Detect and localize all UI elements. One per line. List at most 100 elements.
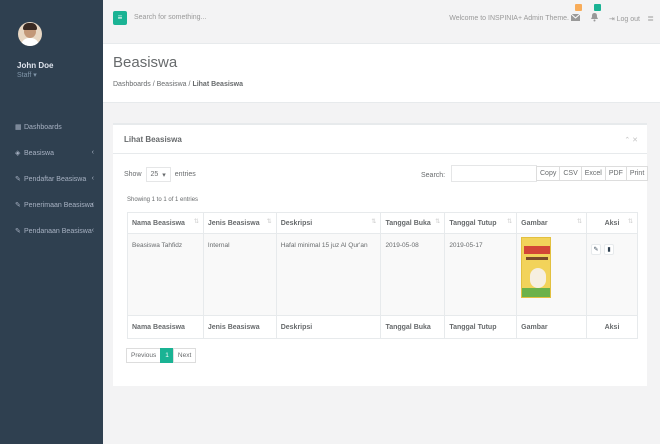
pencil-icon: ✎ [593, 247, 599, 253]
divider [113, 153, 647, 154]
search-input[interactable]: Search for something... [134, 14, 206, 21]
table-info: Showing 1 to 1 of 1 entries [127, 197, 199, 203]
header-nama[interactable]: Nama Beasiswa ⇅ [127, 212, 204, 234]
delete-button[interactable]: ▮ [604, 244, 615, 255]
panel-tools[interactable]: ⌃ ✕ [624, 136, 638, 144]
next-button[interactable]: Next [172, 348, 197, 363]
header-aksi[interactable]: Aksi ⇅ [586, 212, 638, 234]
show-label: Show [124, 171, 142, 178]
sort-icon: ⇅ [576, 219, 583, 225]
sort-icon: ⇅ [627, 219, 633, 225]
page-title: Beasiswa [113, 54, 178, 71]
excel-button[interactable]: Excel [580, 166, 606, 181]
table-header-row: Nama Beasiswa ⇅ Jenis Beasiswa ⇅ Deskripsi… [127, 212, 638, 234]
sort-icon: ⇅ [507, 219, 513, 225]
chevron-left-icon: ‹ [91, 175, 94, 182]
sidebar: John Doe Staff ▾ ▦ Dashboards ◈ Beasiswa… [0, 0, 103, 444]
footer-aksi: Aksi [586, 315, 638, 339]
chevron-left-icon: ‹ [91, 201, 94, 208]
entries-value: 25 [150, 171, 159, 178]
copy-button[interactable]: Copy [536, 166, 561, 181]
sign-out-icon: ⇥ [608, 16, 617, 23]
logout-label: Log out [616, 16, 640, 23]
print-button[interactable]: Print [625, 166, 649, 181]
user-name[interactable]: John Doe [17, 61, 53, 70]
breadcrumb: Dashboards / Beasiswa / Lihat Beasiswa [113, 81, 243, 88]
page-1-button[interactable]: 1 [160, 348, 174, 363]
sidebar-item-dashboards[interactable]: ▦ Dashboards [0, 114, 103, 140]
logout-link[interactable]: ⇥ Log out [609, 15, 640, 23]
sidebar-item-label: Pendanaan Beasiswa [24, 227, 92, 235]
right-sidebar-toggle-icon[interactable]: ≣ [647, 14, 654, 23]
cell-deskripsi: Hafal minimal 15 juz Al Qur'an [275, 233, 382, 316]
sidebar-item-label: Pendaftar Beasiswa [24, 175, 87, 183]
breadcrumb-beasiswa[interactable]: Beasiswa [157, 81, 187, 88]
entries-length-control: Show 25 ▾ entries [124, 167, 196, 182]
welcome-message: Welcome to INSPINIA+ Admin Theme. [449, 15, 569, 22]
breadcrumb-separator: / [152, 81, 155, 88]
sort-icon: ⇅ [435, 219, 441, 225]
menu-toggle-button[interactable]: ≡ [113, 11, 127, 25]
beasiswa-table: Nama Beasiswa ⇅ Jenis Beasiswa ⇅ Deskripsi… [127, 212, 638, 339]
sidebar-item-pendaftar-beasiswa[interactable]: ✎ Pendaftar Beasiswa ‹ [0, 166, 103, 192]
cell-tanggal-buka: 2019-05-08 [380, 233, 446, 316]
sidebar-item-pendanaan-beasiswa[interactable]: ✎ Pendanaan Beasiswa ‹ [0, 218, 103, 244]
sort-icon: ⇅ [266, 219, 272, 225]
pencil-icon: ✎ [15, 202, 21, 209]
panel-title: Lihat Beasiswa [124, 135, 182, 144]
edit-button[interactable]: ✎ [591, 244, 602, 255]
footer-nama: Nama Beasiswa [127, 315, 204, 339]
content-panel: Lihat Beasiswa ⌃ ✕ Show 25 ▾ entries Sea… [113, 123, 649, 386]
user-role-dropdown[interactable]: Staff ▾ [17, 71, 37, 79]
sort-icon: ⇅ [371, 219, 377, 225]
sidebar-nav: ▦ Dashboards ◈ Beasiswa ‹ ✎ Pendaftar Be… [0, 114, 103, 244]
sort-icon: ⇅ [193, 219, 199, 225]
pencil-icon: ✎ [15, 228, 21, 235]
sidebar-item-label: Beasiswa [24, 149, 54, 157]
entries-select[interactable]: 25 ▾ [145, 167, 171, 182]
sidebar-item-label: Dashboards [24, 123, 62, 131]
breadcrumb-separator: / [188, 81, 191, 88]
header-deskripsi[interactable]: Deskripsi ⇅ [275, 212, 382, 234]
search-label: Search: [421, 172, 446, 179]
pdf-button[interactable]: PDF [604, 166, 627, 181]
header-gambar[interactable]: Gambar ⇅ [516, 212, 588, 234]
cell-jenis: Internal [202, 233, 277, 316]
pagination: Previous 1 Next [126, 348, 197, 363]
diamond-icon: ◈ [15, 150, 21, 157]
breadcrumb-active: Lihat Beasiswa [192, 81, 244, 88]
cell-aksi: ✎ ▮ [586, 233, 638, 316]
alerts-badge [594, 4, 601, 11]
pencil-icon: ✎ [15, 176, 21, 183]
sidebar-item-penerimaan-beasiswa[interactable]: ✎ Penerimaan Beasiswa ‹ [0, 192, 103, 218]
caret-down-icon: ▾ [162, 171, 166, 179]
previous-button[interactable]: Previous [126, 348, 162, 363]
avatar[interactable] [18, 22, 42, 46]
export-buttons: Copy CSV Excel PDF Print [536, 166, 649, 181]
table-row: Beasiswa Tahfidz Internal Hafal minimal … [127, 233, 638, 316]
cell-nama: Beasiswa Tahfidz [127, 233, 204, 316]
topbar: ≡ Search for something... Welcome to INS… [103, 0, 660, 44]
footer-gambar: Gambar [516, 315, 588, 339]
footer-jenis: Jenis Beasiswa [202, 315, 277, 339]
header-tanggal-tutup[interactable]: Tanggal Tutup ⇅ [444, 212, 518, 234]
scholarship-poster-image[interactable] [521, 237, 552, 298]
cell-gambar [516, 233, 588, 316]
header-jenis[interactable]: Jenis Beasiswa ⇅ [202, 212, 277, 234]
table-search-input[interactable] [451, 165, 537, 182]
header-tanggal-buka[interactable]: Tanggal Buka ⇅ [380, 212, 446, 234]
grid-icon: ▦ [15, 124, 22, 131]
chevron-left-icon: ‹ [91, 149, 94, 156]
app: John Doe Staff ▾ ▦ Dashboards ◈ Beasiswa… [0, 0, 660, 444]
breadcrumb-dashboards[interactable]: Dashboards [113, 81, 151, 88]
sidebar-item-beasiswa[interactable]: ◈ Beasiswa ‹ [0, 140, 103, 166]
chevron-left-icon: ‹ [91, 227, 94, 234]
page-heading: Beasiswa Dashboards / Beasiswa / Lihat B… [103, 44, 660, 103]
table-footer-row: Nama Beasiswa Jenis Beasiswa Deskripsi T… [127, 315, 638, 339]
footer-tanggal-tutup: Tanggal Tutup [444, 315, 518, 339]
cell-tanggal-tutup: 2019-05-17 [444, 233, 518, 316]
footer-deskripsi: Deskripsi [275, 315, 382, 339]
csv-button[interactable]: CSV [559, 166, 582, 181]
messages-badge [575, 4, 582, 11]
sidebar-item-label: Penerimaan Beasiswa [24, 201, 94, 209]
